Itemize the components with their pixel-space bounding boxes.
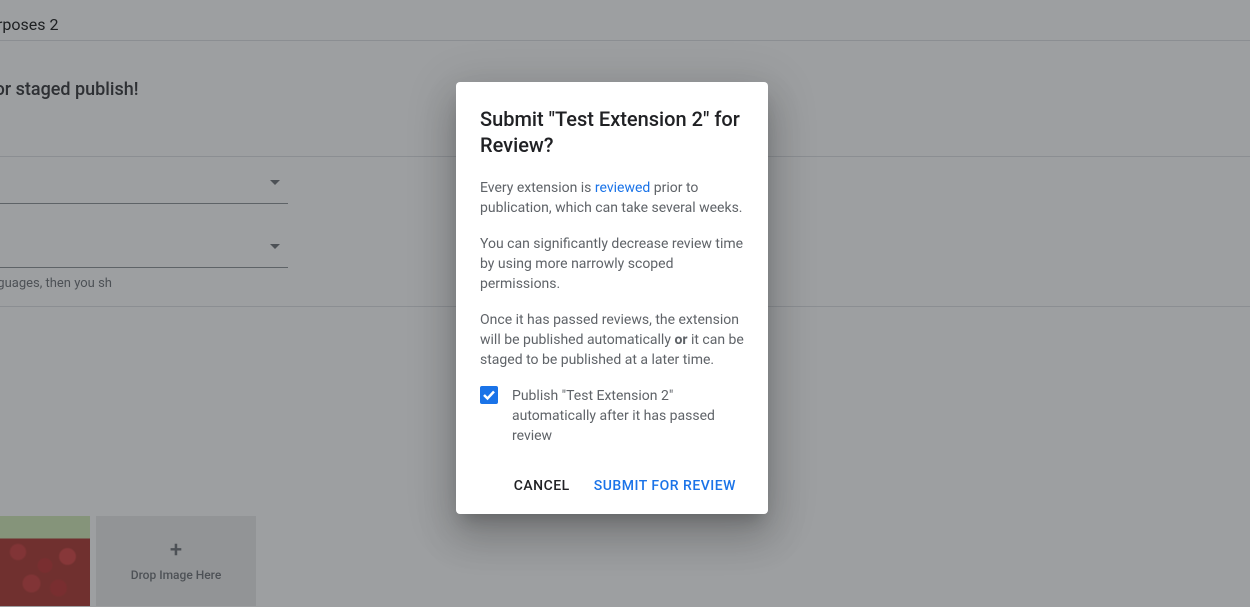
submit-for-review-button[interactable]: SUBMIT FOR REVIEW [586,470,744,502]
submit-review-dialog: Submit "Test Extension 2" for Review? Ev… [456,82,768,514]
dialog-title: Submit "Test Extension 2" for Review? [480,106,744,158]
text: Every extension is [480,180,595,196]
dialog-paragraph-1: Every extension is reviewed prior to pub… [480,178,744,218]
text-bold: or [674,332,687,348]
auto-publish-label: Publish "Test Extension 2" automatically… [512,386,744,446]
auto-publish-checkbox[interactable] [480,386,498,404]
cancel-button[interactable]: CANCEL [506,470,578,502]
reviewed-link[interactable]: reviewed [595,180,650,196]
dialog-actions: CANCEL SUBMIT FOR REVIEW [480,470,744,502]
check-icon [482,388,496,402]
auto-publish-option: Publish "Test Extension 2" automatically… [480,386,744,446]
dialog-paragraph-2: You can significantly decrease review ti… [480,234,744,294]
dialog-paragraph-3: Once it has passed reviews, the extensio… [480,310,744,370]
